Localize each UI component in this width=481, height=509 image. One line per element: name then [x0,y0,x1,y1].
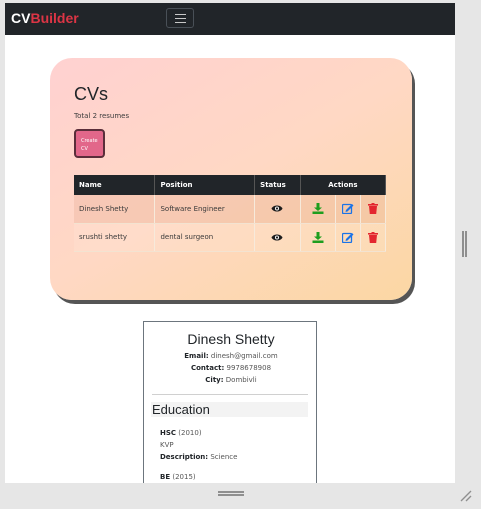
edu-item-school: KVP [160,441,174,449]
resize-grip-icon[interactable] [218,491,244,496]
preview-city: City: Dombivli [205,376,257,384]
col-name: Name [74,175,156,195]
cell-position: Software Engineer [154,195,256,224]
edu-item-description: Description: Science [160,453,238,461]
trash-icon[interactable] [368,231,379,243]
brand-suffix: Builder [30,10,79,26]
preview-name: Dinesh Shetty [187,331,275,347]
cell-name: srushti shetty [74,223,156,252]
resize-handle-icon[interactable] [460,490,472,502]
resize-corner[interactable] [455,483,475,505]
table-header-row: Name Position Status Actions [74,175,387,195]
cell-position: dental surgeon [154,223,256,252]
cell-download [300,223,337,252]
navbar: CVBuilder [5,3,455,35]
download-icon[interactable] [312,231,324,243]
navbar-toggler-button[interactable] [166,8,194,28]
cv-preview: Dinesh Shetty Email: dinesh@gmail.com Co… [143,321,317,483]
hamburger-icon [175,14,186,15]
cell-delete [360,195,386,224]
eye-icon[interactable] [271,204,283,213]
col-position: Position [154,175,256,195]
cell-status [254,223,301,252]
page-title: CVs [74,84,109,104]
cvs-card: CVs Total 2 resumes Create CV Name Posit… [50,58,412,300]
preview-contact: Contact: 9978678908 [190,364,272,372]
col-actions: Actions [300,175,387,195]
trash-icon[interactable] [368,203,379,215]
vertical-scrollbar[interactable] [455,3,475,483]
edit-icon[interactable] [342,203,354,215]
cell-delete [360,223,386,252]
cv-table: Name Position Status Actions Dinesh Shet… [74,175,387,252]
brand-logo[interactable]: CVBuilder [11,10,79,26]
education-heading: Education [152,402,210,417]
create-cv-label-2: CV [81,146,88,152]
scroll-grip-icon[interactable] [462,231,467,257]
cell-edit [335,195,362,224]
resume-count: Total 2 resumes [74,112,130,120]
table-row: Dinesh Shetty Software Engineer [74,195,386,224]
download-icon[interactable] [312,203,324,215]
eye-icon[interactable] [271,233,283,242]
col-status: Status [254,175,301,195]
create-cv-label: Create [81,138,98,144]
cell-edit [335,223,362,252]
edu-item-degree: HSC (2010) [160,429,202,437]
edu-item-degree: BE (2015) [160,473,196,481]
create-cv-button[interactable]: Create CV [74,129,105,158]
cell-download [300,195,337,224]
preview-divider [152,394,308,395]
cell-status [254,195,301,224]
browser-viewport: CVBuilder CVs Total 2 resumes Create CV … [5,3,455,483]
preview-email: Email: dinesh@gmail.com [184,352,278,360]
brand-prefix: CV [11,10,31,26]
edit-icon[interactable] [342,232,354,243]
table-row: srushti shetty dental surgeon [74,223,386,252]
horizontal-resize-bar[interactable] [5,483,455,505]
cell-name: Dinesh Shetty [74,195,156,224]
